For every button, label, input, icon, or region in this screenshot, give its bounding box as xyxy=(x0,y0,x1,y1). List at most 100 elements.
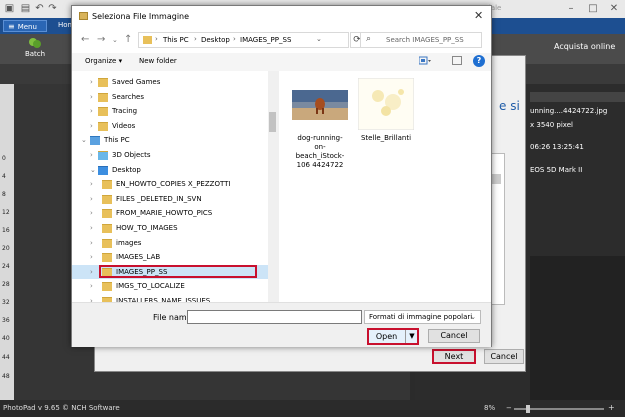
up-icon[interactable]: ↑ xyxy=(124,34,132,45)
ruler-tick: 12 xyxy=(2,209,10,216)
chevron-right-icon[interactable]: › xyxy=(90,206,93,220)
view-options-icon[interactable] xyxy=(419,56,431,66)
undo-icon[interactable]: ↶ xyxy=(34,3,45,14)
address-bar[interactable]: › This PC › Desktop › IMAGES_PP_SS ⌄ xyxy=(138,32,349,48)
cancel-button[interactable]: Cancel xyxy=(428,329,480,343)
search-placeholder: Search IMAGES_PP_SS xyxy=(386,36,464,44)
folder-icon xyxy=(102,209,112,219)
tree-item[interactable]: › IMAGES_LAB xyxy=(72,250,268,264)
file-pane: dog-running-on-beach_iStock-106 4424722 … xyxy=(279,71,491,302)
file-item[interactable]: Stelle_Brillanti xyxy=(357,77,415,143)
breadcrumb-images-pp-ss[interactable]: IMAGES_PP_SS xyxy=(240,36,291,44)
file-thumbnail xyxy=(357,77,415,131)
batch-icon xyxy=(29,38,41,48)
chevron-right-icon[interactable]: › xyxy=(90,221,93,235)
tree-item[interactable]: › Saved Games xyxy=(72,75,268,89)
version-label: PhotoPad v 9.65 © NCH Software xyxy=(3,404,120,412)
filename-input[interactable] xyxy=(187,310,362,324)
dialog-toolbar: Organize ▾ New folder ? xyxy=(72,53,491,71)
info-preview xyxy=(530,256,625,400)
tree-item[interactable]: › HOW_TO_IMAGES xyxy=(72,221,268,235)
menu-button[interactable]: ≡ Menu xyxy=(3,20,47,32)
wizard-list-scrollbar[interactable] xyxy=(492,174,501,184)
chevron-right-icon[interactable]: › xyxy=(90,119,93,133)
forward-icon[interactable]: → xyxy=(97,34,105,45)
redo-icon[interactable]: ↷ xyxy=(47,3,58,14)
ruler-tick: 4 xyxy=(2,173,6,180)
close-icon[interactable]: ✕ xyxy=(474,9,483,22)
back-icon[interactable]: ← xyxy=(81,34,89,45)
tree-item-label: Desktop xyxy=(112,165,141,174)
chevron-right-icon[interactable]: › xyxy=(194,35,197,43)
tree-item-label: IMAGES_LAB xyxy=(116,253,161,262)
tree-scrollbar[interactable] xyxy=(268,71,277,302)
zoom-slider-handle[interactable] xyxy=(526,405,530,413)
new-folder-button[interactable]: New folder xyxy=(139,57,177,65)
chevron-down-icon[interactable]: ⌄ xyxy=(90,163,96,177)
minimize-icon[interactable]: – xyxy=(560,0,582,18)
tree-item[interactable]: ⌄ This PC xyxy=(72,133,268,147)
chevron-right-icon[interactable]: › xyxy=(90,236,93,250)
open-split-button: Open ▼ xyxy=(367,328,419,345)
chevron-right-icon[interactable]: › xyxy=(90,294,93,302)
chevron-right-icon[interactable]: › xyxy=(90,250,93,264)
breadcrumb-desktop[interactable]: Desktop xyxy=(201,36,230,44)
filetype-select[interactable]: Formati di immagine popolari ⌄ xyxy=(364,310,481,324)
recent-dropdown-icon[interactable]: ⌄ xyxy=(112,36,118,44)
open-dropdown-icon[interactable]: ▼ xyxy=(405,330,418,343)
tree-item[interactable]: › INSTALLERS_NAME_ISSUES xyxy=(72,294,268,302)
tree-item-label: INSTALLERS_NAME_ISSUES xyxy=(116,297,211,302)
chevron-right-icon[interactable]: › xyxy=(90,279,93,293)
chevron-down-icon[interactable]: ⌄ xyxy=(316,35,322,43)
tree-item[interactable]: ⌄ Desktop xyxy=(72,163,268,177)
tree-item[interactable]: › 3D Objects xyxy=(72,148,268,162)
wizard-heading: e si xyxy=(499,99,520,113)
organize-button[interactable]: Organize ▾ xyxy=(85,57,122,65)
chevron-right-icon[interactable]: › xyxy=(90,192,93,206)
zoom-in-icon[interactable]: + xyxy=(608,403,615,412)
tree-item[interactable]: › FILES _DELETED_IN_SVN xyxy=(72,192,268,206)
open-button[interactable]: Open xyxy=(369,330,404,343)
chevron-right-icon[interactable]: › xyxy=(233,35,236,43)
computer-icon xyxy=(90,136,100,146)
tree-item-label: Videos xyxy=(112,121,136,130)
status-bar: PhotoPad v 9.65 © NCH Software 8% − + xyxy=(0,400,625,417)
help-icon[interactable]: ? xyxy=(473,55,485,67)
tree-item[interactable]: › Videos xyxy=(72,119,268,133)
ruler-tick: 44 xyxy=(2,354,10,361)
tree-item[interactable]: › IMGS_TO_LOCALIZE xyxy=(72,279,268,293)
maximize-icon[interactable]: □ xyxy=(582,0,604,18)
wizard-cancel-button[interactable]: Cancel xyxy=(484,349,524,364)
chevron-right-icon[interactable]: › xyxy=(90,90,93,104)
tree-item[interactable]: › images xyxy=(72,236,268,250)
search-input[interactable]: ⌕ Search IMAGES_PP_SS xyxy=(360,32,482,48)
chevron-right-icon[interactable]: › xyxy=(90,75,93,89)
ruler-tick: 32 xyxy=(2,299,10,306)
close-app-icon[interactable]: ✕ xyxy=(603,0,625,18)
file-thumbnail xyxy=(292,90,348,120)
tree-item[interactable]: › Searches xyxy=(72,90,268,104)
zoom-out-icon[interactable]: − xyxy=(506,404,512,412)
tree-item[interactable]: › IMAGES_PP_SS xyxy=(72,264,268,279)
chevron-right-icon[interactable]: › xyxy=(90,148,93,162)
chevron-down-icon[interactable]: ⌄ xyxy=(81,133,87,147)
tree-scroll-thumb[interactable] xyxy=(269,112,276,132)
chevron-right-icon[interactable]: › xyxy=(90,104,93,118)
next-button[interactable]: Next xyxy=(432,349,476,364)
tree-item[interactable]: › FROM_MARIE_HOWTO_PICS xyxy=(72,206,268,220)
tree-item[interactable]: › EN_HOWTO_COPIES X_PEZZOTTI xyxy=(72,177,268,191)
batch-button[interactable]: Batch xyxy=(20,37,50,63)
chevron-right-icon[interactable]: › xyxy=(90,177,93,191)
preview-pane-icon[interactable] xyxy=(452,56,462,65)
selection-highlight xyxy=(99,264,257,278)
tree-item-label: Searches xyxy=(112,92,145,101)
ruler-tick: 0 xyxy=(2,155,6,162)
breadcrumb-this-pc[interactable]: This PC xyxy=(163,36,189,44)
buy-online-button[interactable]: Acquista online xyxy=(554,42,615,51)
file-item[interactable]: dog-running-on-beach_iStock-106 4424722 xyxy=(292,78,348,170)
chevron-right-icon[interactable]: › xyxy=(155,35,158,43)
vertical-ruler: 0 4 8 12 16 20 24 28 32 36 40 44 48 xyxy=(0,84,14,400)
save-icon[interactable]: ▤ xyxy=(20,3,31,14)
chevron-right-icon[interactable]: › xyxy=(90,265,93,279)
tree-item[interactable]: › Tracing xyxy=(72,104,268,118)
